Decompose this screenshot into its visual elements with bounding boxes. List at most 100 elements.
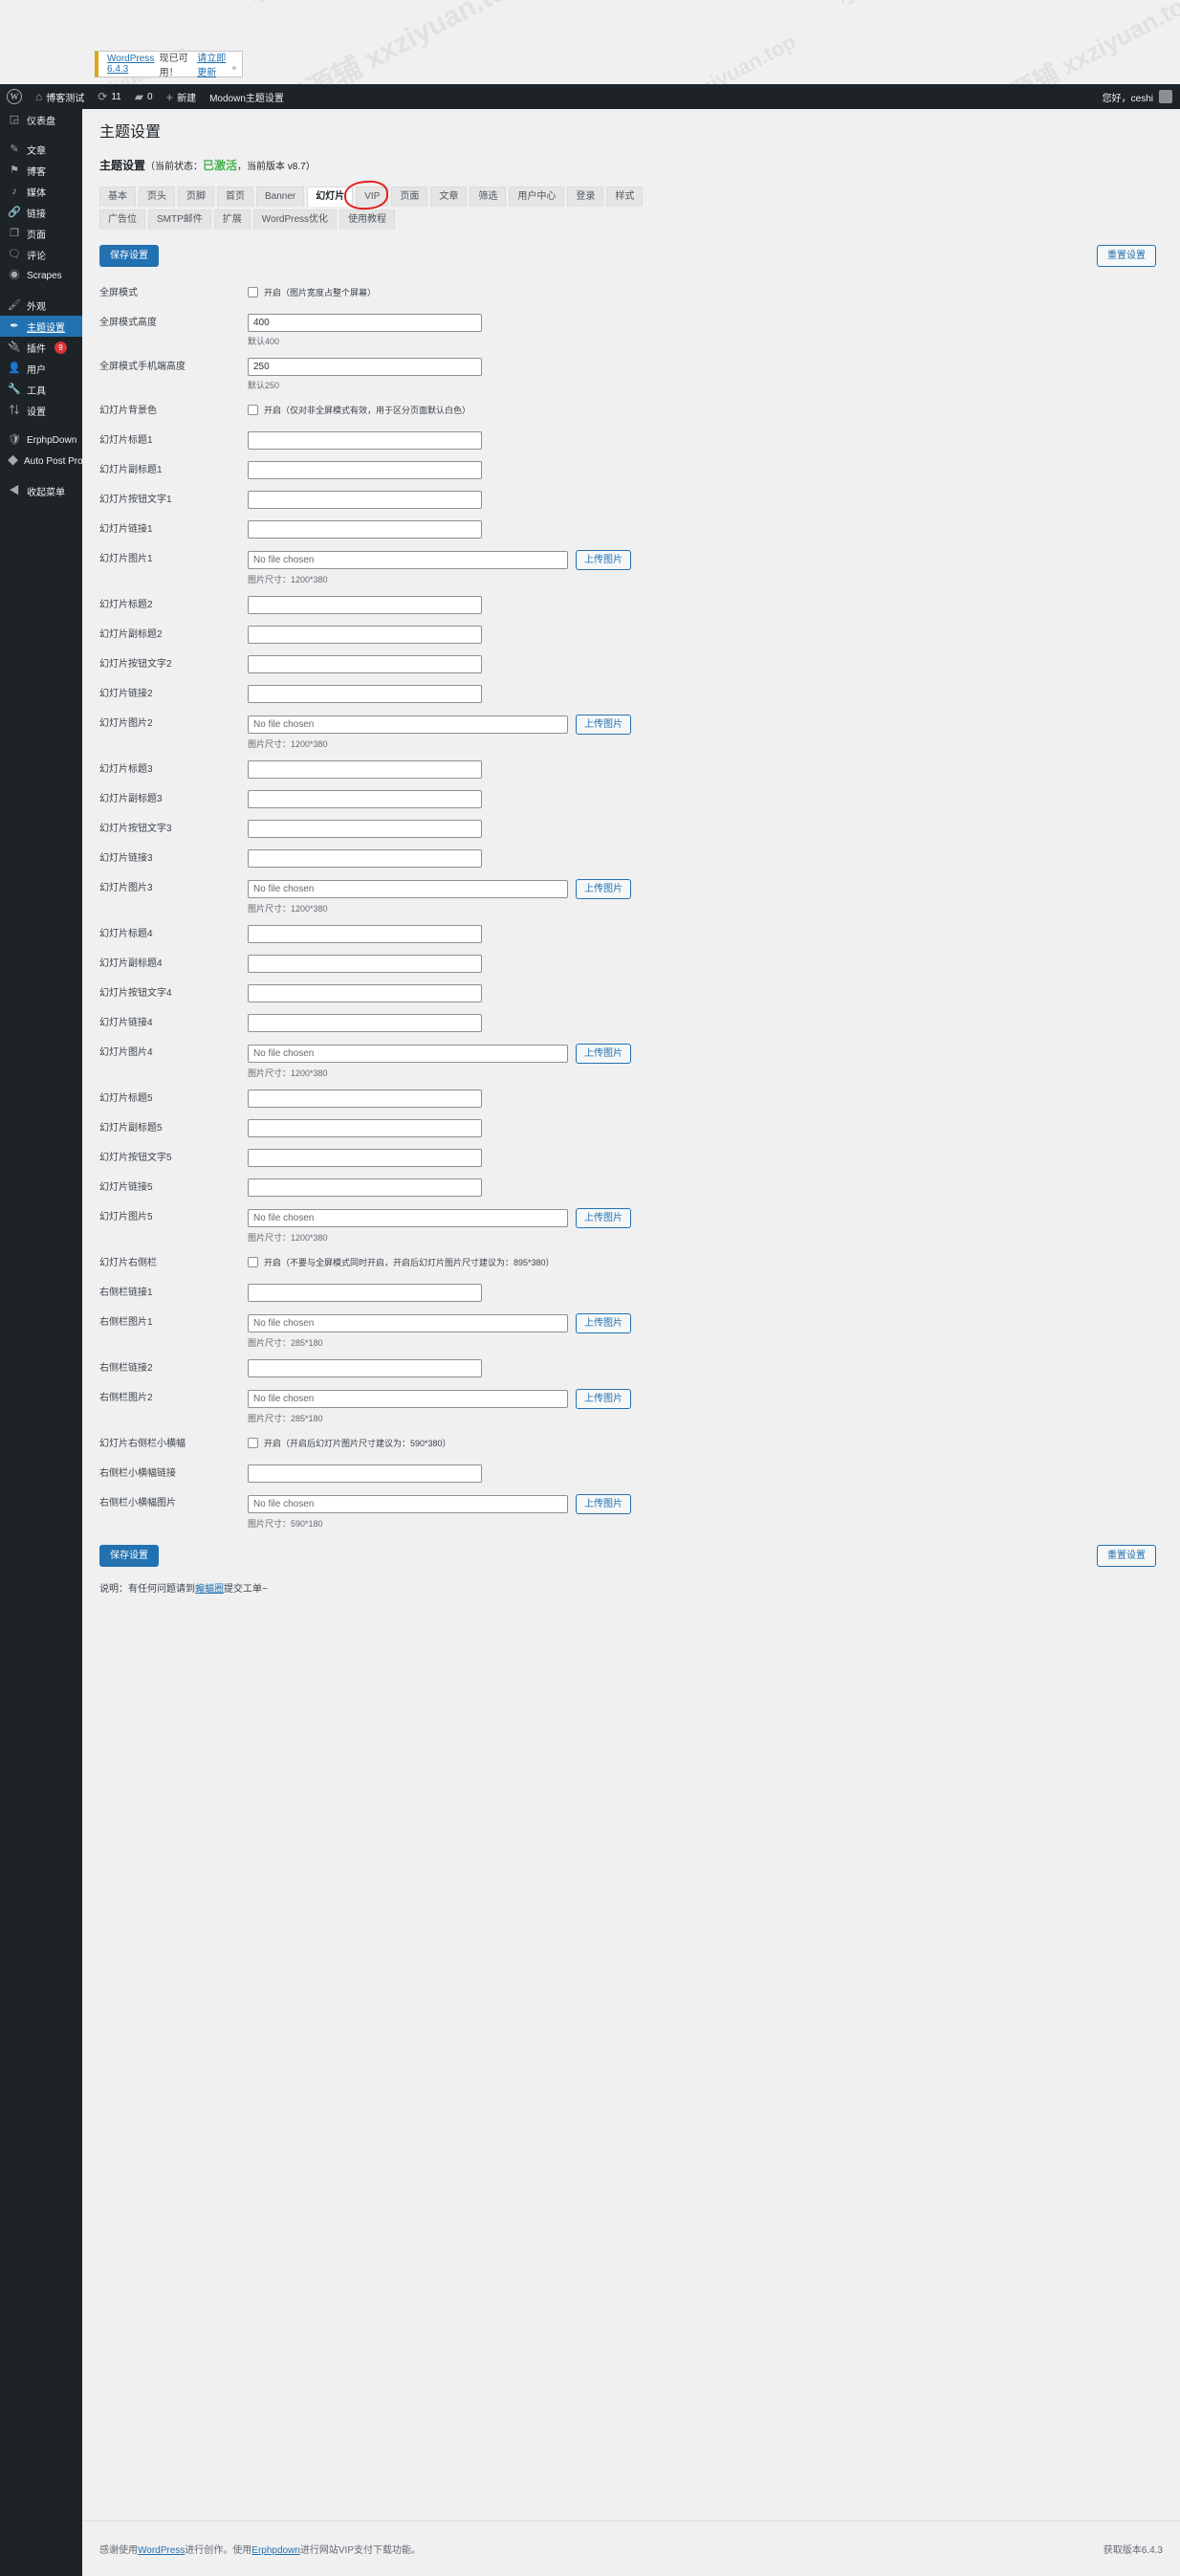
form-row-label: 幻灯片副标题2 [99,629,163,640]
modown-theme-settings-button[interactable]: Modown主题设置 [203,84,291,109]
tab-1[interactable]: 页头 [139,187,175,207]
file-input[interactable]: No file chosen [248,880,568,898]
checkbox-input[interactable] [248,405,258,415]
text-input[interactable] [248,685,482,703]
text-input[interactable] [248,760,482,779]
admin-bar-account[interactable]: 您好，ceshi [1103,90,1180,104]
text-input[interactable] [248,984,482,1002]
save-button-top[interactable]: 保存设置 [99,245,159,267]
sidebar-item-1[interactable]: ✎ 文章 [0,139,82,160]
tab-12[interactable]: 样式 [606,187,644,207]
file-input[interactable]: No file chosen [248,1495,568,1513]
tab-16[interactable]: WordPress优化 [252,209,338,230]
comments-button[interactable]: ▰ 0 [128,84,160,109]
text-input[interactable] [248,431,482,450]
tab-4[interactable]: Banner [256,187,305,207]
upload-image-button[interactable]: 上传图片 [576,1044,631,1064]
tab-9[interactable]: 筛选 [470,187,507,207]
upload-image-button[interactable]: 上传图片 [576,879,631,899]
text-input[interactable] [248,1014,482,1032]
tab-8[interactable]: 文章 [430,187,468,207]
tab-5[interactable]: 幻灯片 [307,187,354,207]
text-input[interactable] [248,1284,482,1302]
tab-2[interactable]: 页脚 [178,187,214,207]
reset-button-bottom[interactable]: 重置设置 [1097,1545,1156,1567]
tab-3[interactable]: 首页 [217,187,253,207]
sidebar-item-2[interactable]: ⚑ 博客 [0,160,82,181]
checkbox-input[interactable] [248,1257,258,1267]
wordpress-logo-button[interactable]: W [0,84,29,109]
sidebar-item-4[interactable]: 🔗 链接 [0,202,82,223]
text-input[interactable] [248,491,482,509]
text-input[interactable] [248,1359,482,1377]
support-link[interactable]: 蝙蝠圈 [195,1584,224,1595]
text-input[interactable] [248,1119,482,1137]
tab-0[interactable]: 基本 [99,187,136,207]
dashboard-icon: ◲ [9,113,20,125]
sidebar-item-10[interactable]: 🔌 插件 9 [0,337,82,358]
wordpress-link[interactable]: WordPress [138,2545,185,2556]
sidebar-item-14[interactable]: 🛡 ErphpDown [0,429,82,451]
file-input[interactable]: No file chosen [248,716,568,734]
sidebar-item-8[interactable]: 🖌 外观 [0,295,82,316]
save-button-bottom[interactable]: 保存设置 [99,1545,159,1567]
site-name-button[interactable]: ⌂ 博客测试 [29,84,91,109]
tab-13[interactable]: 广告位 [99,209,145,230]
sidebar-item-16[interactable]: ◀ 收起菜单 [0,480,82,501]
form-row: 幻灯片副标题1 [99,461,1156,480]
sidebar-item-9[interactable]: ✒ 主题设置 [0,316,82,337]
sidebar-item-13[interactable]: ⇅ 设置 [0,400,82,421]
text-input[interactable] [248,626,482,644]
erphpdown-link[interactable]: Erphpdown [251,2545,300,2556]
text-input[interactable] [248,849,482,868]
checkbox-input[interactable] [248,1438,258,1448]
upload-image-button[interactable]: 上传图片 [576,1389,631,1409]
sidebar-item-11[interactable]: 👤 用户 [0,358,82,379]
text-input[interactable] [248,461,482,479]
file-input[interactable]: No file chosen [248,1045,568,1063]
sidebar-item-5[interactable]: ❐ 页面 [0,223,82,244]
upload-image-button[interactable]: 上传图片 [576,1494,631,1514]
upload-image-button[interactable]: 上传图片 [576,550,631,570]
text-input[interactable] [248,955,482,973]
text-input[interactable] [248,655,482,673]
reset-button-top[interactable]: 重置设置 [1097,245,1156,267]
file-input[interactable]: No file chosen [248,551,568,569]
text-input[interactable] [248,1090,482,1108]
text-input[interactable] [248,358,482,376]
tab-17[interactable]: 使用教程 [339,209,396,230]
checkbox-input[interactable] [248,287,258,297]
text-input[interactable] [248,596,482,614]
text-input[interactable] [248,1178,482,1197]
sidebar-item-0[interactable]: ◲ 仪表盘 [0,109,82,130]
upload-image-button[interactable]: 上传图片 [576,1313,631,1333]
tab-14[interactable]: SMTP邮件 [148,209,211,230]
sidebar-item-6[interactable]: 🗨 评论 [0,244,82,265]
tab-7[interactable]: 页面 [391,187,428,207]
new-content-button[interactable]: + 新建 [160,84,204,109]
tab-11[interactable]: 登录 [567,187,604,207]
text-input[interactable] [248,1149,482,1167]
text-input[interactable] [248,790,482,808]
file-input[interactable]: No file chosen [248,1209,568,1227]
tab-6[interactable]: VIP [356,187,389,207]
text-input[interactable] [248,925,482,943]
upload-image-button[interactable]: 上传图片 [576,1208,631,1228]
tab-15[interactable]: 扩展 [213,209,251,230]
sidebar-item-7[interactable]: ◉ Scrapes [0,265,82,286]
text-input[interactable] [248,820,482,838]
text-input[interactable] [248,520,482,539]
updates-button[interactable]: ⟳ 11 [91,84,127,109]
sidebar-item-3[interactable]: ♪ 媒体 [0,181,82,202]
text-input[interactable] [248,1464,482,1483]
file-input[interactable]: No file chosen [248,1390,568,1408]
text-input[interactable] [248,314,482,332]
comments-count: 0 [146,91,153,102]
update-now-link[interactable]: 请立即更新 [197,50,232,78]
sidebar-item-12[interactable]: 🔧 工具 [0,379,82,400]
panel-heading: 主题设置（当前状态：已激活，当前版本 v8.7） [99,157,1156,173]
file-input[interactable]: No file chosen [248,1314,568,1332]
upload-image-button[interactable]: 上传图片 [576,715,631,735]
tab-10[interactable]: 用户中心 [509,187,565,207]
sidebar-item-15[interactable]: ◆ Auto Post Pro [0,451,83,472]
